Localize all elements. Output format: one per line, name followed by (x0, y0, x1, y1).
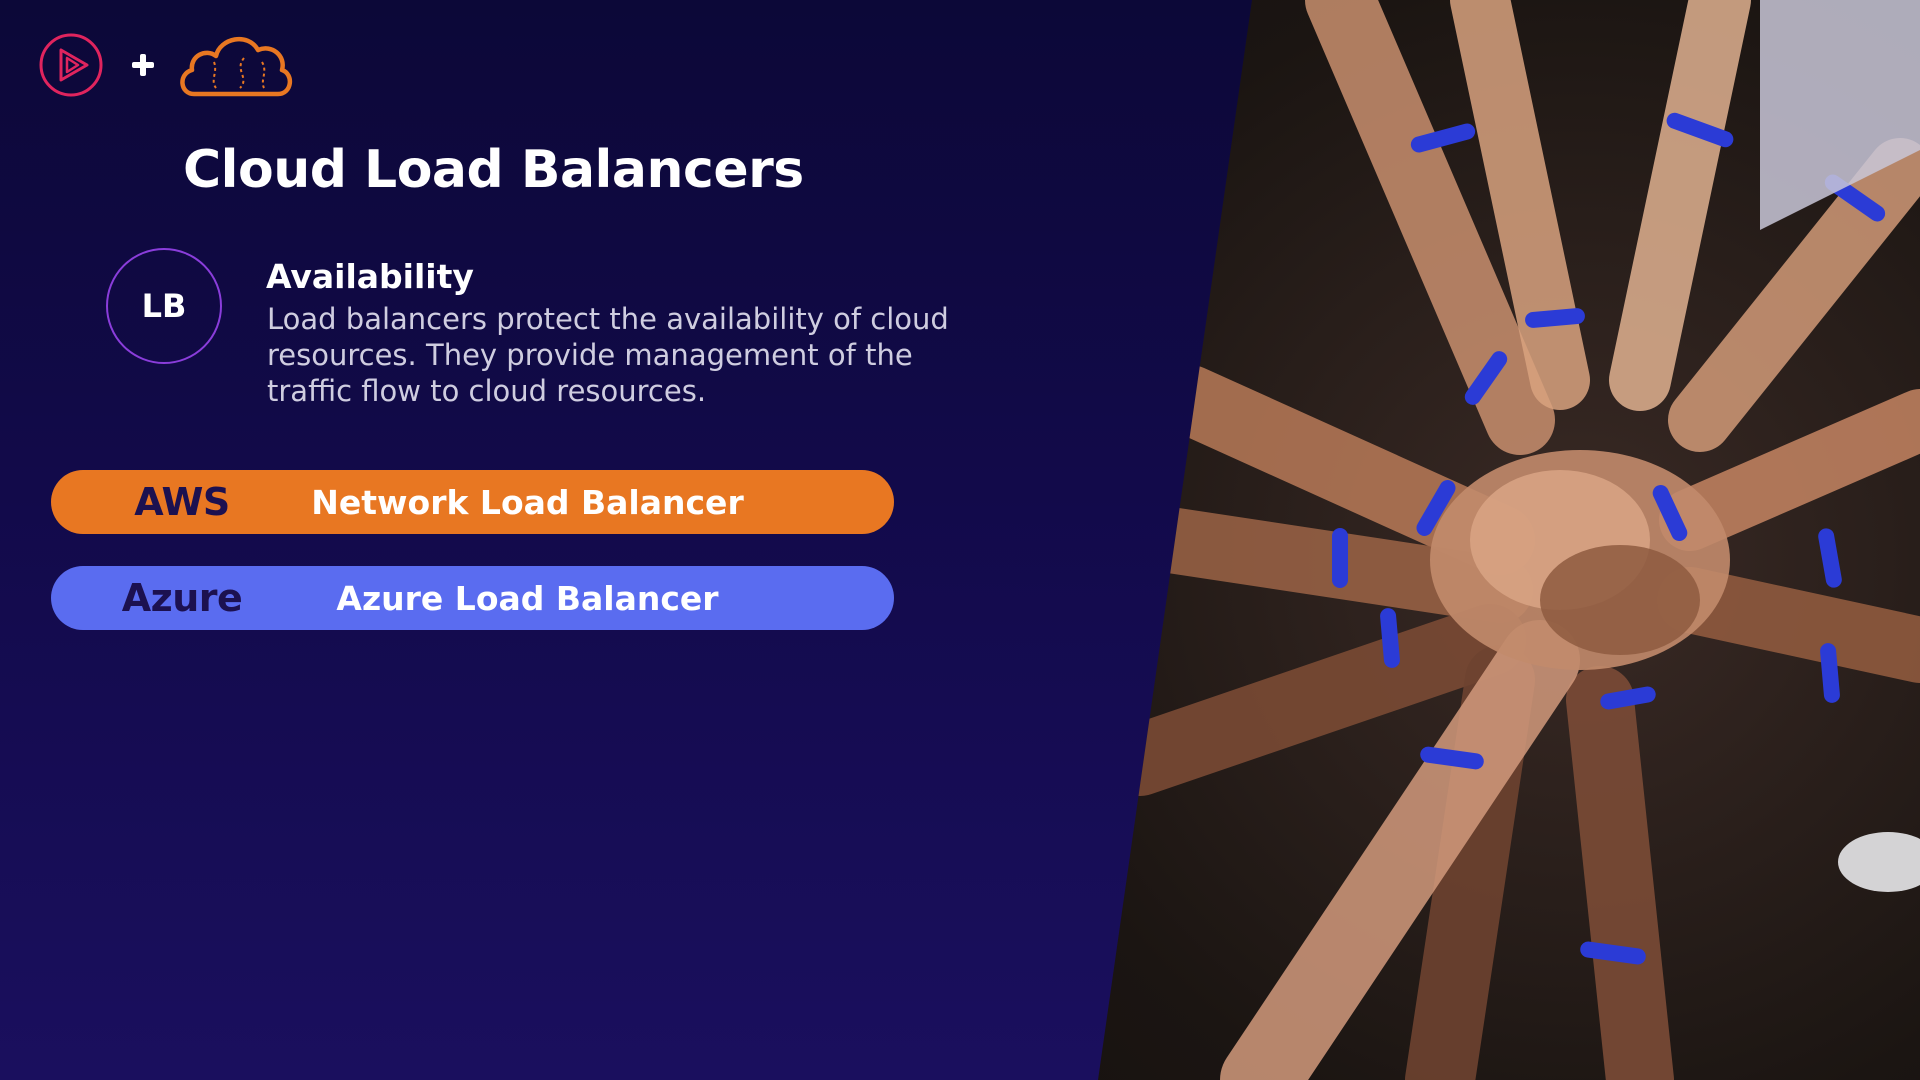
lb-badge: LB (106, 248, 222, 364)
availability-line: resources. They provide management of th… (267, 338, 913, 372)
page-title: Cloud Load Balancers (183, 140, 804, 200)
aws-load-balancer-pill: AWS Network Load Balancer (51, 470, 894, 534)
slide: Cloud Load Balancers LB Availability Loa… (0, 0, 1920, 1080)
cloud-logo-icon (180, 36, 292, 97)
service-label-aws: Network Load Balancer (311, 482, 744, 522)
service-label-azure: Azure Load Balancer (336, 578, 719, 618)
availability-line: traffic flow to cloud resources. (267, 374, 707, 408)
availability-heading: Availability (266, 257, 474, 296)
lb-badge-label: LB (141, 287, 187, 325)
plus-icon (132, 54, 154, 76)
availability-description: Load balancers protect the availability … (267, 301, 967, 409)
availability-line: Load balancers protect the availability … (267, 302, 949, 336)
provider-label-azure: Azure (121, 576, 243, 620)
play-logo-icon (39, 33, 103, 97)
azure-load-balancer-pill: Azure Azure Load Balancer (51, 566, 894, 630)
provider-label-aws: AWS (134, 480, 230, 524)
